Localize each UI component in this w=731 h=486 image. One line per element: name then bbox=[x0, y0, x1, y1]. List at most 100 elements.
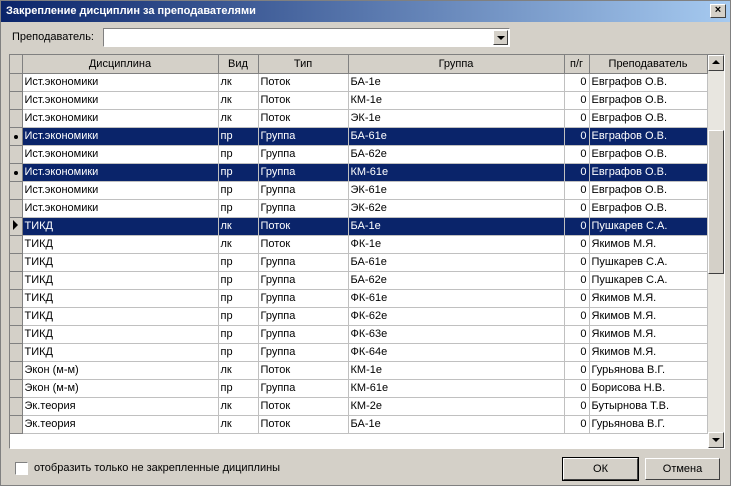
table-row[interactable]: Эк.теория лк Поток БА-1е 0 Гурьянова В.Г. bbox=[10, 415, 708, 434]
table-row[interactable]: Экон (м-м) лк Поток КМ-1е 0 Гурьянова В.Г. bbox=[10, 361, 708, 380]
cell-group[interactable]: БА-61е bbox=[348, 127, 565, 146]
table-row[interactable]: Ист.экономики лк Поток ЭК-1е 0 Евграфов О.В. bbox=[10, 109, 708, 128]
cell-type[interactable]: Группа bbox=[258, 307, 349, 326]
table-row[interactable]: Ист.экономики пр Группа КМ-61е 0 Евграфов О.В… bbox=[10, 163, 708, 182]
row-indicator[interactable] bbox=[10, 271, 23, 290]
cell-group[interactable]: ФК-64е bbox=[348, 343, 565, 362]
cell-type[interactable]: Поток bbox=[258, 91, 349, 110]
row-indicator[interactable] bbox=[10, 235, 23, 254]
row-indicator[interactable] bbox=[10, 127, 23, 146]
table-row[interactable]: Ист.экономики лк Поток КМ-1е 0 Евграфов О.В. bbox=[10, 91, 708, 110]
cell-discipline[interactable]: Ист.экономики bbox=[22, 145, 219, 164]
unassigned-only-checkbox[interactable] bbox=[15, 462, 28, 475]
cell-teacher[interactable]: Якимов М.Я. bbox=[589, 289, 708, 308]
cell-teacher[interactable]: Евграфов О.В. bbox=[589, 163, 708, 182]
cell-subgroup[interactable]: 0 bbox=[564, 397, 590, 416]
cell-type[interactable]: Поток bbox=[258, 109, 349, 128]
cell-kind[interactable]: пр bbox=[218, 181, 259, 200]
cell-type[interactable]: Группа bbox=[258, 163, 349, 182]
cell-teacher[interactable]: Пушкарев С.А. bbox=[589, 271, 708, 290]
cell-group[interactable]: КМ-61е bbox=[348, 163, 565, 182]
cell-discipline[interactable]: Экон (м-м) bbox=[22, 379, 219, 398]
column-header-group[interactable]: Группа bbox=[348, 55, 565, 74]
table-row[interactable]: Ист.экономики пр Группа БА-61е 0 Евграфов О.В… bbox=[10, 127, 708, 146]
table-row[interactable]: Ист.экономики пр Группа ЭК-61е 0 Евграфов О.В… bbox=[10, 181, 708, 200]
table-row[interactable]: ТИКД пр Группа ФК-62е 0 Якимов М.Я. bbox=[10, 307, 708, 326]
cancel-button[interactable]: Отмена bbox=[645, 458, 720, 480]
cell-discipline[interactable]: Эк.теория bbox=[22, 397, 219, 416]
cell-teacher[interactable]: Евграфов О.В. bbox=[589, 91, 708, 110]
cell-discipline[interactable]: Эк.теория bbox=[22, 415, 219, 434]
cell-teacher[interactable]: Пушкарев С.А. bbox=[589, 217, 708, 236]
cell-subgroup[interactable]: 0 bbox=[564, 181, 590, 200]
cell-teacher[interactable]: Евграфов О.В. bbox=[589, 199, 708, 218]
cell-subgroup[interactable]: 0 bbox=[564, 199, 590, 218]
cell-type[interactable]: Группа bbox=[258, 325, 349, 344]
row-indicator[interactable] bbox=[10, 343, 23, 362]
row-indicator[interactable] bbox=[10, 181, 23, 200]
row-indicator[interactable] bbox=[10, 73, 23, 92]
cell-group[interactable]: КМ-1е bbox=[348, 361, 565, 380]
cell-group[interactable]: КМ-1е bbox=[348, 91, 565, 110]
cell-group[interactable]: ФК-61е bbox=[348, 289, 565, 308]
cell-discipline[interactable]: Ист.экономики bbox=[22, 127, 219, 146]
cell-subgroup[interactable]: 0 bbox=[564, 379, 590, 398]
cell-subgroup[interactable]: 0 bbox=[564, 343, 590, 362]
cell-group[interactable]: ФК-63е bbox=[348, 325, 565, 344]
cell-kind[interactable]: лк bbox=[218, 361, 259, 380]
column-header-kind[interactable]: Вид bbox=[218, 55, 259, 74]
cell-discipline[interactable]: Ист.экономики bbox=[22, 163, 219, 182]
cell-group[interactable]: ЭК-1е bbox=[348, 109, 565, 128]
cell-teacher[interactable]: Якимов М.Я. bbox=[589, 325, 708, 344]
cell-kind[interactable]: пр bbox=[218, 325, 259, 344]
row-indicator[interactable] bbox=[10, 217, 23, 236]
cell-teacher[interactable]: Евграфов О.В. bbox=[589, 181, 708, 200]
cell-subgroup[interactable]: 0 bbox=[564, 361, 590, 380]
cell-teacher[interactable]: Якимов М.Я. bbox=[589, 343, 708, 362]
cell-kind[interactable]: пр bbox=[218, 145, 259, 164]
cell-subgroup[interactable]: 0 bbox=[564, 109, 590, 128]
cell-group[interactable]: ФК-1е bbox=[348, 235, 565, 254]
cell-subgroup[interactable]: 0 bbox=[564, 415, 590, 434]
table-row[interactable]: Ист.экономики лк Поток БА-1е 0 Евграфов О.В. bbox=[10, 73, 708, 92]
cell-kind[interactable]: пр bbox=[218, 289, 259, 308]
cell-kind[interactable]: лк bbox=[218, 217, 259, 236]
row-indicator[interactable] bbox=[10, 91, 23, 110]
cell-kind[interactable]: лк bbox=[218, 109, 259, 128]
cell-kind[interactable]: лк bbox=[218, 235, 259, 254]
table-row[interactable]: ТИКД пр Группа БА-61е 0 Пушкарев С.А. bbox=[10, 253, 708, 272]
vertical-scrollbar[interactable] bbox=[708, 55, 724, 448]
cell-discipline[interactable]: Ист.экономики bbox=[22, 91, 219, 110]
title-bar[interactable]: Закрепление дисциплин за преподавателями… bbox=[1, 1, 730, 22]
cell-discipline[interactable]: Ист.экономики bbox=[22, 199, 219, 218]
row-indicator[interactable] bbox=[10, 253, 23, 272]
cell-discipline[interactable]: ТИКД bbox=[22, 289, 219, 308]
cell-teacher[interactable]: Гурьянова В.Г. bbox=[589, 361, 708, 380]
column-header-subgroup[interactable]: п/г bbox=[564, 55, 590, 74]
cell-discipline[interactable]: ТИКД bbox=[22, 253, 219, 272]
row-indicator[interactable] bbox=[10, 361, 23, 380]
column-header-teacher[interactable]: Преподаватель bbox=[589, 55, 708, 74]
cell-teacher[interactable]: Якимов М.Я. bbox=[589, 307, 708, 326]
cell-kind[interactable]: пр bbox=[218, 253, 259, 272]
cell-teacher[interactable]: Евграфов О.В. bbox=[589, 109, 708, 128]
cell-kind[interactable]: пр bbox=[218, 307, 259, 326]
cell-teacher[interactable]: Евграфов О.В. bbox=[589, 127, 708, 146]
row-indicator[interactable] bbox=[10, 163, 23, 182]
cell-type[interactable]: Группа bbox=[258, 199, 349, 218]
row-indicator[interactable] bbox=[10, 307, 23, 326]
row-indicator[interactable] bbox=[10, 379, 23, 398]
cell-group[interactable]: БА-62е bbox=[348, 145, 565, 164]
cell-type[interactable]: Поток bbox=[258, 415, 349, 434]
cell-subgroup[interactable]: 0 bbox=[564, 127, 590, 146]
cell-subgroup[interactable]: 0 bbox=[564, 73, 590, 92]
cell-type[interactable]: Поток bbox=[258, 217, 349, 236]
cell-type[interactable]: Группа bbox=[258, 145, 349, 164]
cell-group[interactable]: КМ-61е bbox=[348, 379, 565, 398]
cell-discipline[interactable]: Ист.экономики bbox=[22, 109, 219, 128]
cell-group[interactable]: БА-62е bbox=[348, 271, 565, 290]
cell-discipline[interactable]: ТИКД bbox=[22, 343, 219, 362]
row-indicator[interactable] bbox=[10, 289, 23, 308]
cell-subgroup[interactable]: 0 bbox=[564, 145, 590, 164]
column-header-type[interactable]: Тип bbox=[258, 55, 349, 74]
